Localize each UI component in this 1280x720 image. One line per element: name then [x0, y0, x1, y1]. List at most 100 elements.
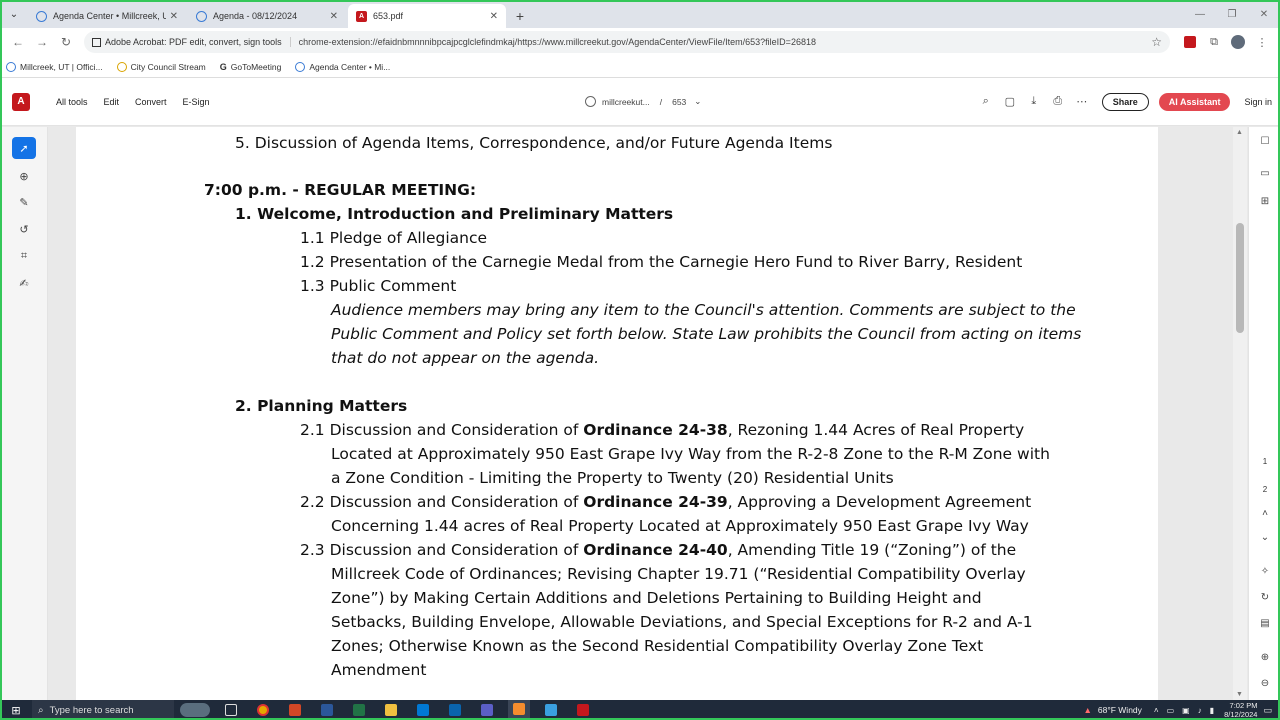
mail-icon[interactable] [412, 700, 434, 720]
ai-assistant-button[interactable]: AI Assistant [1158, 92, 1231, 111]
document-icon[interactable]: ▤ [1257, 615, 1273, 631]
document-viewport[interactable]: · 5. Discussion of Agenda Items, Corresp… [48, 127, 1248, 700]
file-explorer-icon[interactable] [380, 700, 402, 720]
pdf-page: · 5. Discussion of Agenda Items, Corresp… [76, 127, 1158, 700]
more-horizontal-icon[interactable]: ⋯ [1070, 90, 1094, 114]
bookmark-star-icon[interactable]: ☆ [1151, 35, 1162, 49]
menu-edit[interactable]: Edit [104, 97, 120, 107]
print-icon[interactable]: ⎙ [1046, 90, 1070, 114]
download-icon[interactable]: ⤓ [1022, 90, 1046, 114]
clock-time: 7:02 PM [1229, 701, 1258, 710]
clock[interactable]: 7:02 PM 8/12/2024 [1224, 701, 1257, 719]
windows-start-icon[interactable]: ⊞ [0, 700, 32, 720]
thumbnails-icon[interactable]: ⊞ [1257, 193, 1273, 209]
taskbar-search-placeholder: Type here to search [49, 704, 134, 716]
forward-icon[interactable]: → [30, 30, 54, 54]
acrobat-extension-icon[interactable] [1178, 30, 1202, 54]
minimize-icon[interactable]: — [1184, 0, 1216, 28]
window-controls: — ❐ ✕ [1184, 0, 1280, 28]
excel-icon[interactable] [348, 700, 370, 720]
agenda-item-1-2: 1.2 Presentation of the Carnegie Medal f… [300, 253, 1023, 271]
zoom-in-icon[interactable]: ⊕ [1257, 649, 1273, 665]
network-icon[interactable]: ▭ [1167, 706, 1175, 715]
pen-icon[interactable]: ✎ [12, 191, 36, 213]
url-text[interactable]: chrome-extension://efaidnbmnnnibpcajpcgl… [299, 37, 1146, 47]
profile-icon[interactable] [1226, 30, 1250, 54]
zoom-out-icon[interactable]: ⊖ [1257, 675, 1273, 691]
menu-esign[interactable]: E-Sign [183, 97, 210, 107]
task-view-icon[interactable] [220, 700, 242, 720]
page-view-icon[interactable]: ▢ [998, 90, 1022, 114]
close-icon[interactable]: ✕ [330, 11, 338, 22]
close-icon[interactable]: ✕ [490, 11, 498, 22]
acrobat-taskbar-icon[interactable] [572, 700, 594, 720]
bookmark-gotomeeting[interactable]: G GoToMeeting [220, 62, 282, 72]
lasso-icon[interactable]: ↺ [12, 218, 36, 240]
acrobat-logo-icon[interactable]: A [12, 92, 30, 111]
word-icon[interactable] [316, 700, 338, 720]
ordinance-number: Ordinance 24-40 [583, 541, 728, 559]
chevron-down-icon[interactable]: ⌄ [1257, 529, 1273, 545]
battery-icon[interactable]: ▮ [1210, 706, 1214, 715]
bookmark-agenda-center[interactable]: Agenda Center • Mi... [295, 61, 390, 72]
volume-icon[interactable]: ♪ [1198, 706, 1202, 715]
system-tray: ▲ 68°F Windy ˄ ▭ ▣ ♪ ▮ 7:02 PM 8/12/2024… [1083, 700, 1280, 720]
agenda-item-2-3: 2.3 Discussion and Consideration of Ordi… [300, 540, 1016, 560]
tab-pdf[interactable]: A 653.pdf ✕ [348, 4, 506, 28]
restore-icon[interactable]: ❐ [1216, 0, 1248, 28]
taskbar-search[interactable]: ⌕ Type here to search [32, 700, 174, 720]
new-tab-button[interactable]: + [508, 4, 532, 28]
page-indicator-2[interactable]: 2 [1257, 481, 1273, 497]
back-icon[interactable]: ← [6, 30, 30, 54]
comment-icon[interactable]: ☐ [1257, 133, 1273, 149]
chrome-icon[interactable] [252, 700, 274, 720]
sign-icon[interactable]: ✍ [12, 272, 36, 294]
display-icon[interactable]: ▣ [1182, 706, 1190, 715]
close-window-icon[interactable]: ✕ [1248, 0, 1280, 28]
tab-agenda-center[interactable]: Agenda Center • Millcreek, UT ✕ [28, 4, 186, 28]
reload-icon[interactable]: ↻ [54, 30, 78, 54]
vertical-scrollbar[interactable]: ▲ ▼ [1233, 127, 1247, 700]
address-bar[interactable]: Adobe Acrobat: PDF edit, convert, sign t… [84, 31, 1170, 53]
extensions-puzzle-icon[interactable]: ⧉ [1202, 30, 1226, 54]
search-icon[interactable]: ⌕ [974, 90, 998, 114]
text-select-icon[interactable]: ⌗ [12, 245, 36, 267]
page-indicator-1[interactable]: 1 [1257, 453, 1273, 469]
outlook-icon[interactable] [444, 700, 466, 720]
chevron-down-icon[interactable]: ⌄ [694, 96, 701, 107]
weather-text[interactable]: 68°F Windy [1098, 705, 1142, 715]
more-vertical-icon[interactable]: ⋮ [1250, 30, 1274, 54]
weather-widget-icon[interactable] [180, 703, 210, 717]
chat-icon[interactable]: ▭ [1257, 165, 1273, 181]
gotomeeting-icon[interactable] [508, 700, 530, 720]
scroll-down-icon[interactable]: ▼ [1236, 691, 1243, 698]
menu-convert[interactable]: Convert [135, 97, 167, 107]
bookmark-city-council-stream[interactable]: City Council Stream [116, 61, 206, 72]
acrobat-toolbar: A All tools Edit Convert E-Sign millcree… [0, 78, 1280, 126]
ai-sparkle-icon[interactable]: ✧ [1257, 563, 1273, 579]
scroll-up-icon[interactable]: ▲ [1236, 129, 1243, 136]
tray-chevron-icon[interactable]: ˄ [1154, 706, 1159, 715]
tab-search-chevron-icon[interactable]: ⌄ [0, 0, 28, 28]
weather-alert-icon[interactable]: ▲ [1083, 705, 1091, 715]
bookmark-millcreek[interactable]: Millcreek, UT | Offici... [6, 61, 103, 72]
tab-label: Agenda Center • Millcreek, UT [53, 11, 166, 21]
extension-chip[interactable]: Adobe Acrobat: PDF edit, convert, sign t… [92, 37, 291, 47]
tab-agenda-date[interactable]: Agenda - 08/12/2024 ✕ [188, 4, 346, 28]
sign-in-link[interactable]: Sign in [1244, 97, 1272, 107]
scroll-thumb[interactable] [1236, 223, 1244, 333]
breadcrumb[interactable]: millcreekut... / 653 ⌄ [585, 96, 701, 107]
share-button[interactable]: Share [1101, 92, 1149, 111]
notifications-icon[interactable]: ▭ [1263, 705, 1272, 716]
select-cursor-icon[interactable]: ➚ [12, 137, 36, 159]
menu-all-tools[interactable]: All tools [56, 97, 88, 107]
chevron-up-icon[interactable]: ˄ [1257, 505, 1273, 521]
zoom-icon[interactable]: ⊕ [12, 165, 36, 187]
public-comment-line: Audience members may bring any item to t… [331, 301, 1076, 319]
remote-desktop-icon[interactable] [540, 700, 562, 720]
extension-chip-label: Adobe Acrobat: PDF edit, convert, sign t… [105, 37, 282, 47]
powerpoint-icon[interactable] [284, 700, 306, 720]
rotate-icon[interactable]: ↻ [1257, 589, 1273, 605]
teams-icon[interactable] [476, 700, 498, 720]
close-icon[interactable]: ✕ [170, 11, 178, 22]
